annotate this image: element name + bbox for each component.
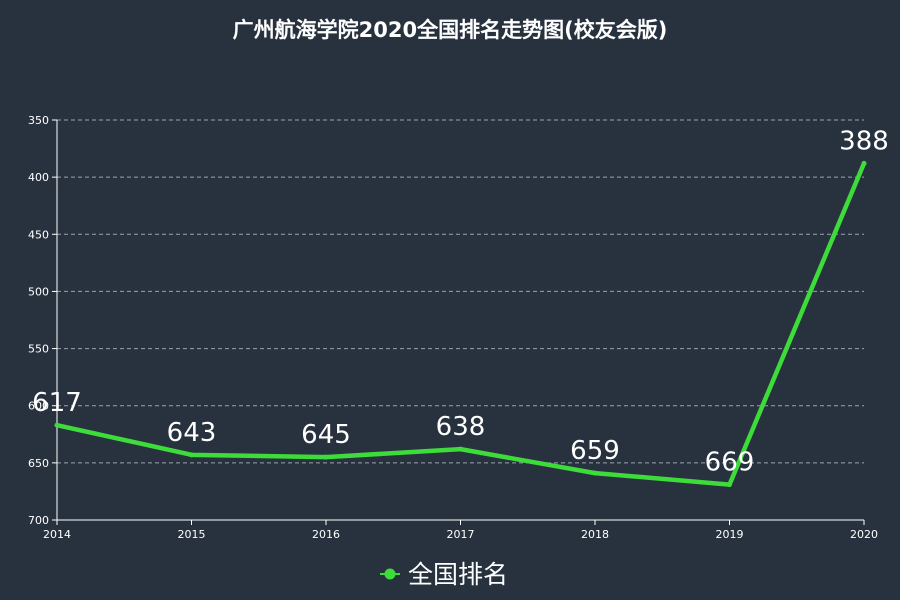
data-point[interactable] bbox=[189, 452, 194, 458]
x-tick-label: 2015 bbox=[178, 528, 206, 541]
data-label: 638 bbox=[436, 412, 486, 442]
data-label: 388 bbox=[839, 126, 889, 156]
y-tick-label: 450 bbox=[28, 228, 49, 241]
data-point[interactable] bbox=[592, 470, 598, 476]
data-point[interactable] bbox=[861, 160, 867, 166]
chart-container: 广州航海学院2020全国排名走势图(校友会版) 350 400 450 500 550 6… bbox=[0, 0, 900, 600]
data-label: 669 bbox=[705, 448, 755, 478]
line-chart: 3504004505005506006507002014 2015 2016 2017… bbox=[28, 114, 889, 589]
x-tick-label: 2017 bbox=[447, 528, 475, 541]
data-label: 659 bbox=[570, 436, 620, 466]
data-label: 643 bbox=[167, 418, 217, 448]
data-point[interactable] bbox=[323, 454, 329, 460]
data-point[interactable] bbox=[727, 482, 732, 488]
y-tick-label: 350 bbox=[28, 114, 49, 127]
y-tick-label: 700 bbox=[28, 514, 49, 527]
y-tick-label: 500 bbox=[28, 285, 49, 298]
data-point[interactable] bbox=[458, 446, 463, 452]
y-tick-label: 550 bbox=[28, 343, 49, 356]
x-tick-label: 2014 bbox=[43, 528, 71, 541]
x-tick-label: 2020 bbox=[850, 528, 878, 541]
x-tick-label: 2018 bbox=[581, 528, 609, 541]
legend[interactable]: 全国排名 bbox=[380, 560, 508, 589]
x-tick-label: 2019 bbox=[716, 528, 744, 541]
x-tick-label: 2016 bbox=[312, 528, 340, 541]
legend-label: 全国排名 bbox=[408, 560, 508, 589]
data-labels: 617 643 645 638 659 669 388 bbox=[32, 126, 889, 477]
y-tick-label: 650 bbox=[28, 457, 49, 470]
y-tick-label: 400 bbox=[28, 171, 49, 184]
legend-marker-icon bbox=[384, 568, 396, 580]
data-point[interactable] bbox=[54, 422, 60, 428]
data-label: 617 bbox=[32, 388, 82, 418]
data-label: 645 bbox=[301, 420, 351, 450]
